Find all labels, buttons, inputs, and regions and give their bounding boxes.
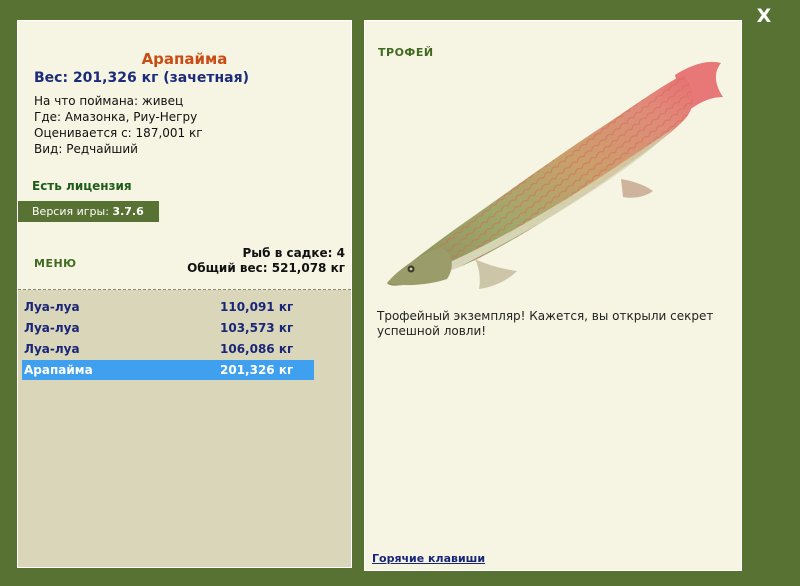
catch-name: Арапайма [24,363,93,377]
catch-weight: 106,086 кг [220,342,294,356]
license-status: Есть лицензия [32,179,132,193]
arapaima-fish-image [387,61,723,289]
catch-row[interactable]: Луа-луа 103,573 кг [22,318,314,338]
catch-name: Луа-луа [24,342,80,356]
version-label: Версия игры: [32,205,109,218]
valuation-label: Оценивается с: [34,126,132,140]
species-label: Вид: [34,142,63,156]
fish-weight: Вес: 201,326 кг (зачетная) [34,70,249,86]
catch-row-selected[interactable]: Арапайма 201,326 кг [22,360,314,380]
hotkeys-link[interactable]: Горячие клавиши [372,552,485,565]
catch-name: Луа-луа [24,300,80,314]
catch-list: Луа-луа 110,091 кг Луа-луа 103,573 кг Лу… [18,290,351,567]
catch-row[interactable]: Луа-луа 110,091 кг [22,297,314,317]
location-label: Где: [34,110,62,124]
valuation-info: Оценивается с: 187,001 кг [34,126,203,140]
fish-info-panel: Арапайма Вес: 201,326 кг (зачетная) На ч… [17,20,352,568]
location-value: Амазонка, Риу-Негру [64,110,198,124]
version-value: 3.7.6 [112,205,144,218]
trophy-panel: ТРОФЕЙ Трофейный экземпляр! Кажется, вы … [364,20,742,571]
total-weight: Общий вес: 521,078 кг [187,261,345,275]
menu-button[interactable]: МЕНЮ [34,257,77,270]
catch-weight: 103,573 кг [220,321,294,335]
version-badge: Версия игры: 3.7.6 [18,201,159,222]
bait-value: живец [141,94,184,108]
trophy-text: Трофейный экземпляр! Кажется, вы открыли… [377,309,714,338]
catch-name: Луа-луа [24,321,80,335]
catch-weight: 201,326 кг [220,363,294,377]
close-icon[interactable]: X [757,5,772,27]
catch-row[interactable]: Луа-луа 106,086 кг [22,339,314,359]
fish-count: Рыб в садке: 4 [242,246,346,260]
species-info: Вид: Редчайший [34,142,138,156]
close-button[interactable]: X [751,5,777,27]
catch-weight: 110,091 кг [220,300,294,314]
species-value: Редчайший [66,142,138,156]
location-info: Где: Амазонка, Риу-Негру [34,110,197,124]
valuation-value: 187,001 кг [135,126,203,140]
bait-label: На что поймана: [34,94,139,108]
fish-name: Арапайма [141,50,228,68]
bait-info: На что поймана: живец [34,94,183,108]
